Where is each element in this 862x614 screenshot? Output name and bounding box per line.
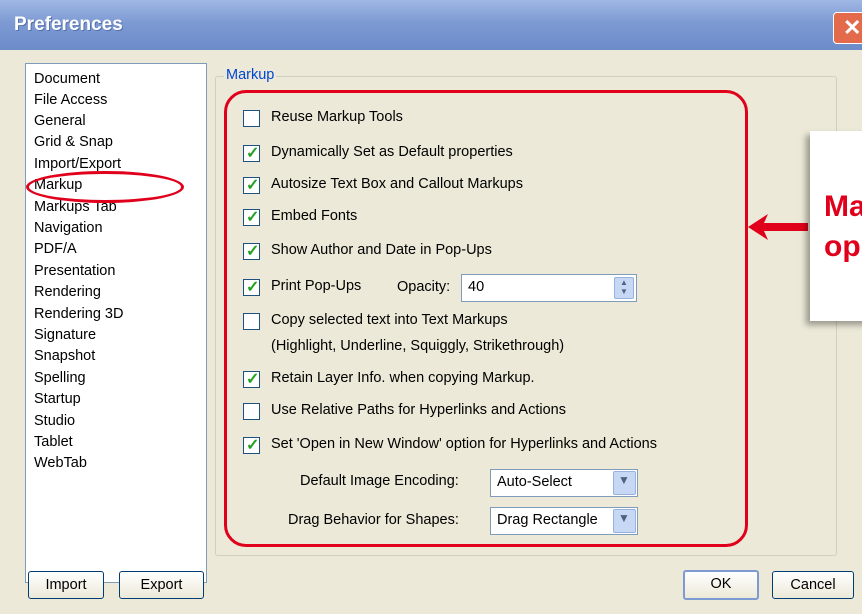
category-item-grid-snap[interactable]: Grid & Snap [34,132,113,153]
check-icon: ✓ [246,209,260,226]
checkbox[interactable] [243,110,260,127]
checkbox[interactable]: ✓ [243,145,260,162]
copy-text-sublabel: (Highlight, Underline, Squiggly, Striket… [271,338,565,354]
check-icon: ✓ [246,279,260,296]
category-item-webtab[interactable]: WebTab [34,453,87,474]
category-item-pdfa[interactable]: PDF/A [34,239,77,260]
option-label: Reuse Markup Tools [271,109,403,125]
checkbox[interactable]: ✓ [243,243,260,260]
category-item-studio[interactable]: Studio [34,411,75,432]
opacity-label: Opacity: [397,279,451,295]
callout-text: Ma op [824,190,862,263]
checkbox[interactable]: ✓ [243,371,260,388]
red-arrow-icon [748,214,808,240]
checkbox[interactable]: ✓ [243,279,260,296]
category-list: Document File Access General Grid & Snap… [25,63,207,583]
spin-up-icon[interactable]: ▲ [615,278,633,287]
check-icon: ✓ [246,177,260,194]
category-item-navigation[interactable]: Navigation [34,218,103,239]
option-label: Retain Layer Info. when copying Markup. [271,370,535,386]
close-button[interactable]: ✕ [833,12,862,44]
category-item-spelling[interactable]: Spelling [34,368,86,389]
image-encoding-dropdown[interactable]: Auto-Select ▼ [490,469,638,497]
drag-behavior-dropdown[interactable]: Drag Rectangle ▼ [490,507,638,535]
title-bar: Preferences ✕ [0,0,862,50]
spin-down-icon[interactable]: ▼ [615,287,633,296]
check-icon: ✓ [246,145,260,162]
ok-button[interactable]: OK [683,570,759,600]
spin-buttons[interactable]: ▲ ▼ [614,277,634,299]
drag-behavior-label: Drag Behavior for Shapes: [288,512,459,528]
drag-behavior-value: Drag Rectangle [497,512,598,528]
category-item-document[interactable]: Document [34,69,100,90]
chevron-down-icon: ▼ [618,511,630,525]
dropdown-button[interactable]: ▼ [613,509,636,533]
option-label: Autosize Text Box and Callout Markups [271,176,524,192]
category-item-snapshot[interactable]: Snapshot [34,346,95,367]
preferences-dialog: Preferences ✕ Document File Access Gener… [0,0,862,614]
opacity-spinner[interactable]: 40 ▲ ▼ [461,274,637,302]
category-item-rendering[interactable]: Rendering [34,282,101,303]
category-item-rendering-3d[interactable]: Rendering 3D [34,304,123,325]
checkbox[interactable]: ✓ [243,209,260,226]
option-label: Dynamically Set as Default properties [271,144,513,160]
check-icon: ✓ [246,243,260,260]
dropdown-button[interactable]: ▼ [613,471,636,495]
import-button[interactable]: Import [28,571,104,599]
category-item-presentation[interactable]: Presentation [34,261,115,282]
option-label: Print Pop-Ups [271,278,362,294]
option-label: Use Relative Paths for Hyperlinks and Ac… [271,402,566,418]
category-item-tablet[interactable]: Tablet [34,432,73,453]
image-encoding-label: Default Image Encoding: [300,473,459,489]
check-icon: ✓ [246,371,260,388]
category-item-general[interactable]: General [34,111,86,132]
opacity-value: 40 [468,279,485,295]
group-title: Markup [224,67,277,83]
window-title: Preferences [14,14,123,35]
option-label: Embed Fonts [271,208,358,224]
cancel-button[interactable]: Cancel [772,571,854,599]
category-item-file-access[interactable]: File Access [34,90,107,111]
check-icon: ✓ [246,437,260,454]
category-item-signature[interactable]: Signature [34,325,96,346]
checkbox[interactable] [243,403,260,420]
checkbox[interactable]: ✓ [243,177,260,194]
annotation-callout: Ma op [810,131,862,321]
chevron-down-icon: ▼ [618,473,630,487]
image-encoding-value: Auto-Select [497,474,572,490]
close-icon: ✕ [843,15,862,40]
option-label: Show Author and Date in Pop-Ups [271,242,492,258]
option-label: Set 'Open in New Window' option for Hype… [271,436,657,452]
option-label: Copy selected text into Text Markups [271,312,508,328]
markup-highlight-ellipse [26,171,184,203]
checkbox[interactable] [243,313,260,330]
category-item-startup[interactable]: Startup [34,389,81,410]
export-button[interactable]: Export [119,571,204,599]
checkbox[interactable]: ✓ [243,437,260,454]
